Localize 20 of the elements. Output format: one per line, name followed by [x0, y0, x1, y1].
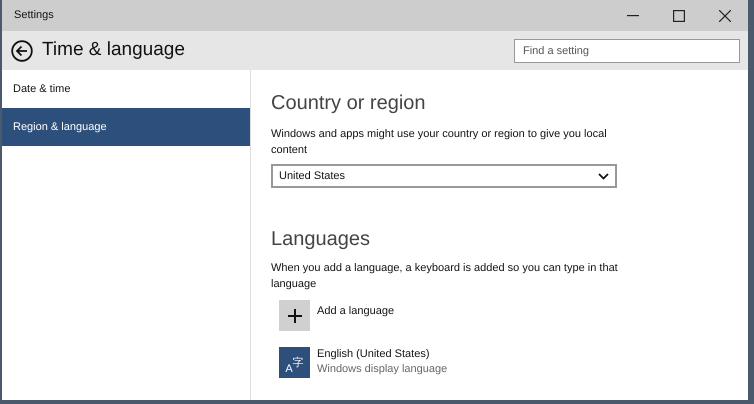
- country-dropdown[interactable]: United States: [271, 164, 617, 188]
- close-icon: [719, 10, 731, 22]
- sidebar-item[interactable]: Region & language: [2, 108, 250, 146]
- section-description: When you add a language, a keyboard is added so you can type in that language: [271, 261, 619, 292]
- section-heading: Country or region: [271, 91, 427, 116]
- add-language-button[interactable]: Add a language: [279, 300, 728, 331]
- language-status: Windows display language: [317, 362, 448, 377]
- section-description: Windows and apps might use your country or region to give you local content: [271, 127, 608, 158]
- back-button[interactable]: [10, 38, 34, 62]
- back-icon: [11, 40, 33, 62]
- minimize-icon: [627, 14, 639, 16]
- page-title: Time & language: [42, 38, 185, 62]
- language-tile-icon: A字: [279, 347, 310, 378]
- language-name: English (United States): [317, 347, 430, 362]
- maximize-icon: [673, 10, 685, 22]
- plus-tile-icon: [279, 300, 310, 331]
- window-title: Settings: [14, 8, 54, 24]
- chevron-down-icon: [598, 172, 609, 180]
- section-heading: Languages: [271, 227, 371, 252]
- search-field[interactable]: Find a setting: [514, 38, 740, 62]
